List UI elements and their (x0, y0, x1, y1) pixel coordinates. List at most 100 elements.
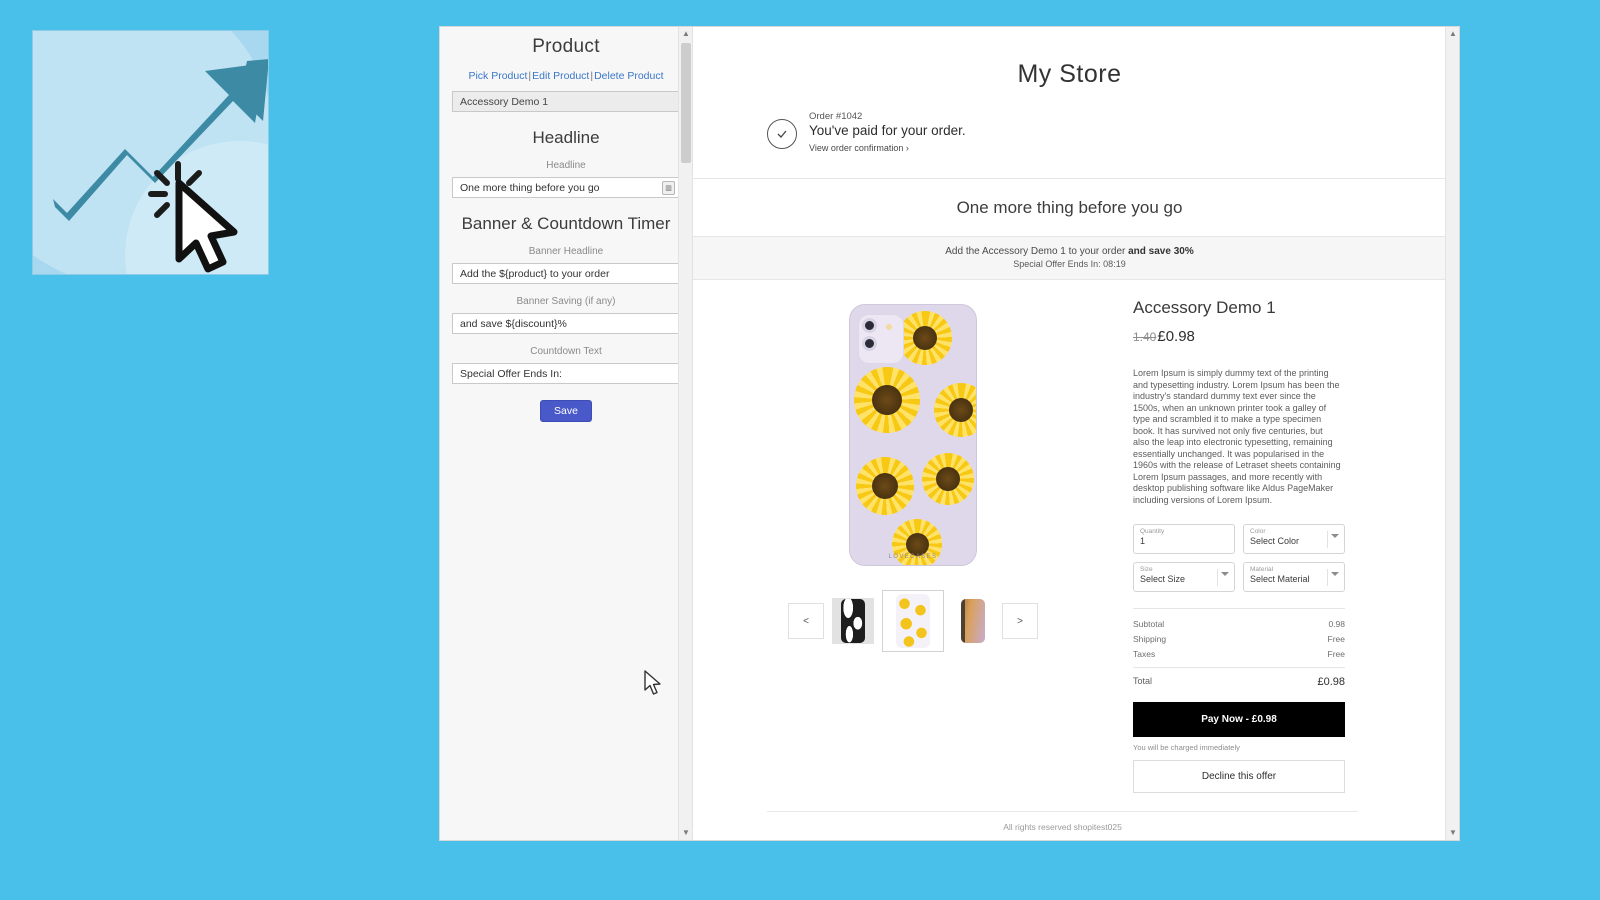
editor-scroll-thumb[interactable] (681, 43, 691, 163)
banner-saving-field-wrap (452, 313, 680, 334)
color-value: Select Color (1250, 536, 1300, 547)
hero-sunflower (856, 457, 914, 515)
quantity-field[interactable]: Quantity 1 (1133, 524, 1235, 555)
hero-brand-text: LOVECASES (888, 554, 938, 560)
material-label: Material (1250, 566, 1274, 574)
hero-camera-lens (862, 336, 877, 351)
countdown-text-label: Countdown Text (530, 346, 602, 357)
preview-scrollbar[interactable]: ▲ ▼ (1445, 27, 1459, 840)
original-price: 1.40 (1133, 330, 1157, 344)
sunflower-case-thumb-image (896, 594, 930, 648)
banner-section-heading: Banner & Countdown Timer (461, 214, 671, 233)
preview-pane: My Store Order #1042 You've paid for you… (693, 27, 1459, 840)
preview-footer: All rights reserved shopitest025 (693, 811, 1432, 840)
banner-headline-label: Banner Headline (528, 246, 604, 257)
selected-product-display: Accessory Demo 1 (452, 91, 680, 112)
material-divider (1327, 569, 1328, 587)
link-separator-1: | (528, 70, 532, 82)
price-row: 1.40£0.98 (1133, 328, 1432, 346)
scroll-down-icon[interactable]: ▼ (679, 826, 692, 840)
store-title: My Store (1017, 60, 1122, 88)
store-header: My Store Order #1042 You've paid for you… (693, 27, 1446, 179)
size-select[interactable]: Size Select Size (1133, 562, 1235, 593)
headline-field-wrap: ▥ (452, 177, 680, 198)
thumbnail-marble-case[interactable] (832, 598, 874, 644)
hero-sunflower (934, 383, 976, 437)
order-summary: Subtotal 0.98 Shipping Free Taxes Free T… (1133, 608, 1345, 688)
product-title: Accessory Demo 1 (1133, 298, 1276, 317)
preview-scroll-up-icon[interactable]: ▲ (1446, 27, 1459, 41)
view-order-confirmation-link[interactable]: View order confirmation › (809, 143, 909, 153)
chevron-down-icon[interactable] (1221, 572, 1229, 577)
editor-scrollbar[interactable]: ▲ ▼ (678, 27, 692, 840)
headline-section-heading: Headline (532, 128, 600, 147)
product-media-column: LOVECASES < > (693, 298, 1133, 793)
save-button-wrap: Save (452, 400, 680, 422)
decline-offer-button[interactable]: Decline this offer (1133, 760, 1345, 794)
editor-panel: Product Pick Product|Edit Product|Delete… (440, 27, 693, 840)
pick-product-link[interactable]: Pick Product (468, 70, 527, 82)
promo-line-1: Add the Accessory Demo 1 to your order a… (693, 246, 1446, 257)
preview-scroll-down-icon[interactable]: ▼ (1446, 826, 1459, 840)
promo-banner: Add the Accessory Demo 1 to your order a… (693, 237, 1446, 280)
save-button[interactable]: Save (540, 400, 592, 422)
footer-divider (767, 811, 1358, 812)
summary-row-subtotal: Subtotal 0.98 (1133, 616, 1345, 631)
gallery-prev-button[interactable]: < (788, 603, 824, 639)
click-cursor-icon (148, 161, 238, 273)
size-label: Size (1140, 566, 1153, 574)
product-info-column: Accessory Demo 1 1.40£0.98 Lorem Ipsum i… (1133, 298, 1446, 794)
hero-camera-flash (886, 324, 892, 330)
chevron-down-icon[interactable] (1331, 572, 1339, 577)
scroll-up-icon[interactable]: ▲ (679, 27, 692, 41)
storefront-preview: My Store Order #1042 You've paid for you… (693, 27, 1446, 840)
edit-product-link[interactable]: Edit Product (532, 70, 589, 82)
color-divider (1327, 531, 1328, 549)
material-select[interactable]: Material Select Material (1243, 562, 1345, 593)
footer-text: All rights reserved shopitest025 (1003, 822, 1122, 832)
countdown-timer-text: Special Offer Ends In: 08:19 (1013, 259, 1126, 269)
thumbnail-sunflower-case[interactable] (882, 590, 944, 652)
size-divider (1217, 569, 1218, 587)
color-select[interactable]: Color Select Color (1243, 524, 1345, 555)
delete-product-link[interactable]: Delete Product (594, 70, 663, 82)
countdown-text-input[interactable] (453, 364, 679, 384)
taxes-label: Taxes (1133, 648, 1156, 659)
gallery-next-button[interactable]: > (1002, 603, 1038, 639)
order-status-row: Order #1042 You've paid for your order. … (693, 111, 1446, 156)
taxes-value: Free (1327, 648, 1345, 659)
hero-camera-lens (862, 318, 877, 333)
wood-case-thumb-image (961, 599, 985, 643)
product-section-heading: Product (532, 36, 600, 57)
mouse-pointer-icon (644, 670, 661, 695)
summary-row-total: Total £0.98 (1133, 667, 1345, 688)
check-circle-icon (767, 118, 797, 149)
color-label: Color (1250, 528, 1266, 536)
headline-input[interactable] (453, 178, 679, 198)
pay-now-button[interactable]: Pay Now - £0.98 (1133, 702, 1345, 738)
banner-saving-input[interactable] (453, 314, 679, 334)
marble-case-thumb-image (841, 599, 865, 643)
discounted-price: £0.98 (1157, 328, 1195, 345)
subtotal-label: Subtotal (1133, 618, 1165, 629)
shipping-value: Free (1327, 633, 1345, 644)
banner-headline-field-wrap (452, 263, 680, 284)
promo-text-prefix: Add the Accessory Demo 1 to your order (945, 246, 1129, 257)
banner-saving-label: Banner Saving (if any) (516, 296, 616, 307)
product-area: LOVECASES < > Accessory Demo 1 1.40£0.98… (693, 280, 1446, 794)
promo-text-discount: and save 30% (1128, 246, 1194, 257)
product-action-links: Pick Product|Edit Product|Delete Product (452, 70, 680, 82)
chevron-down-icon[interactable] (1331, 534, 1339, 539)
headline-field-label: Headline (546, 160, 586, 171)
countdown-text-field-wrap (452, 363, 680, 384)
hero-sunflower (854, 367, 920, 433)
app-window: Product Pick Product|Edit Product|Delete… (439, 26, 1460, 841)
summary-row-shipping: Shipping Free (1133, 631, 1345, 646)
banner-headline-input[interactable] (453, 264, 679, 284)
charge-disclaimer: You will be charged immediately (1133, 743, 1240, 753)
thumbnail-wood-case[interactable] (952, 598, 994, 644)
emoji-picker-icon[interactable]: ▥ (662, 181, 675, 195)
product-hero-image[interactable]: LOVECASES (849, 304, 977, 566)
total-value: £0.98 (1317, 676, 1345, 689)
upsell-headline: One more thing before you go (693, 179, 1446, 237)
